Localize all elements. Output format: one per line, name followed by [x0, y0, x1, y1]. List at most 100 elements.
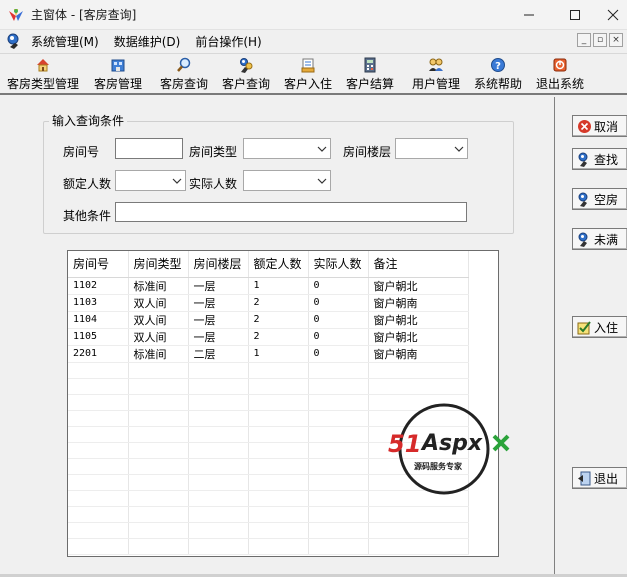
column-header[interactable]: 备注: [368, 251, 469, 278]
floor-select[interactable]: [395, 138, 468, 159]
menu-bar: 系统管理(M) 数据维护(D) 前台操作(H) _ ▫ ×: [0, 30, 627, 52]
query-group-title: 输入查询条件: [49, 112, 128, 129]
grid-header-row: 房间号 房间类型 房间楼层 额定人数 实际人数 备注: [68, 251, 469, 278]
toolbar-label: 客户结算: [346, 77, 395, 91]
exit-icon: [552, 57, 568, 73]
cell-floor: 二层: [188, 345, 249, 363]
capacity-select[interactable]: [115, 170, 186, 191]
room-type-label: 房间类型: [189, 145, 238, 159]
other-conditions-input[interactable]: [115, 202, 467, 222]
cell-room-no: 1102: [68, 277, 129, 295]
not-full-label: 未满: [594, 232, 619, 247]
cancel-button[interactable]: 取消: [572, 115, 627, 137]
toolbar-settlement-button[interactable]: 客户结算: [346, 57, 394, 93]
cell-room-no: 1103: [68, 294, 129, 312]
cell-remark: 窗户朝北: [368, 328, 469, 346]
table-row-empty: [68, 506, 469, 523]
checkbox-icon: [577, 320, 592, 335]
toolbar-label: 客户入住: [284, 77, 333, 91]
cell-capacity: 2: [248, 328, 309, 346]
menu-frontdesk[interactable]: 前台操作(H): [195, 33, 261, 50]
toolbar-room-type-button[interactable]: 客房类型管理: [7, 57, 79, 93]
calculator-icon: [362, 57, 378, 73]
column-header[interactable]: 额定人数: [248, 251, 309, 278]
column-header[interactable]: 房间楼层: [188, 251, 249, 278]
minimize-button[interactable]: [506, 0, 552, 30]
actual-select[interactable]: [243, 170, 331, 191]
chevron-down-icon: [172, 175, 182, 185]
vacant-label: 空房: [594, 192, 619, 207]
room-no-input[interactable]: [115, 138, 183, 159]
table-row[interactable]: 1104 双人间 一层 2 0 窗户朝北: [68, 311, 469, 329]
cell-room-no: 1104: [68, 311, 129, 329]
cell-room-no: 2201: [68, 345, 129, 363]
actual-label: 实际人数: [189, 177, 238, 191]
cell-room-type: 双人间: [128, 311, 189, 329]
exit-label: 退出: [594, 471, 619, 486]
cell-actual: 0: [308, 311, 369, 329]
toolbar-label: 客户查询: [222, 77, 271, 91]
table-row[interactable]: 1105 双人间 一层 2 0 窗户朝北: [68, 328, 469, 346]
mdi-minimize-button[interactable]: _: [577, 33, 591, 47]
title-bar: 主窗体 - [客房查询]: [0, 0, 627, 30]
toolbar-customer-query-button[interactable]: 客户查询: [222, 57, 270, 93]
menu-data[interactable]: 数据维护(D): [114, 33, 181, 50]
toolbar-checkin-button[interactable]: 客户入住: [284, 57, 332, 93]
table-row[interactable]: 1103 双人间 一层 2 0 窗户朝南: [68, 294, 469, 312]
cell-actual: 0: [308, 294, 369, 312]
toolbar-label: 系统帮助: [474, 77, 523, 91]
table-row-empty: [68, 522, 469, 539]
magnifier-icon: [176, 57, 192, 73]
toolbar-label: 退出系统: [536, 77, 585, 91]
toolbar-label: 用户管理: [412, 77, 461, 91]
not-full-icon: [577, 232, 592, 247]
search-button[interactable]: 查找: [572, 148, 627, 170]
checkin-icon: [300, 57, 316, 73]
toolbar-label: 客房管理: [94, 77, 143, 91]
cell-capacity: 1: [248, 345, 309, 363]
table-row[interactable]: 1102 标准间 一层 1 0 窗户朝北: [68, 277, 469, 295]
toolbar-room-manage-button[interactable]: 客房管理: [94, 57, 142, 93]
cell-remark: 窗户朝北: [368, 277, 469, 295]
not-full-button[interactable]: 未满: [572, 228, 627, 250]
toolbar-user-manage-button[interactable]: 用户管理: [412, 57, 460, 93]
checkin-label: 入住: [594, 320, 619, 335]
cell-actual: 0: [308, 277, 369, 295]
column-header[interactable]: 实际人数: [308, 251, 369, 278]
cell-floor: 一层: [188, 328, 249, 346]
cell-room-type: 双人间: [128, 328, 189, 346]
table-row-empty: [68, 362, 469, 379]
column-header[interactable]: 房间号: [68, 251, 129, 278]
vacant-button[interactable]: 空房: [572, 188, 627, 210]
chevron-down-icon: [317, 143, 327, 153]
mdi-controls: _ ▫ ×: [577, 33, 623, 47]
help-icon: ?: [490, 57, 506, 73]
floor-label: 房间楼层: [343, 145, 392, 159]
cell-room-type: 标准间: [128, 277, 189, 295]
mdi-child-icon[interactable]: [6, 32, 24, 50]
toolbar-help-button[interactable]: ? 系统帮助: [474, 57, 522, 93]
mdi-close-button[interactable]: ×: [609, 33, 623, 47]
svg-text:?: ?: [495, 61, 501, 72]
exit-button[interactable]: 退出: [572, 467, 627, 489]
table-row-empty: [68, 378, 469, 395]
toolbar-label: 客房类型管理: [7, 77, 80, 91]
watermark-tagline: 源码服务专家: [414, 462, 462, 471]
room-type-select[interactable]: [243, 138, 331, 159]
toolbar-exit-button[interactable]: 退出系统: [536, 57, 584, 93]
room-icon: [110, 57, 126, 73]
cell-remark: 窗户朝北: [368, 311, 469, 329]
table-row[interactable]: 2201 标准间 二层 1 0 窗户朝南: [68, 345, 469, 363]
close-button[interactable]: [598, 0, 627, 30]
maximize-button[interactable]: [552, 0, 598, 30]
cell-room-type: 标准间: [128, 345, 189, 363]
house-icon: [35, 57, 51, 73]
window-title: 主窗体 - [客房查询]: [31, 8, 137, 22]
checkin-button[interactable]: 入住: [572, 316, 627, 338]
capacity-label: 额定人数: [63, 177, 112, 191]
mdi-restore-button[interactable]: ▫: [593, 33, 607, 47]
column-header[interactable]: 房间类型: [128, 251, 189, 278]
menu-system[interactable]: 系统管理(M): [31, 33, 99, 50]
toolbar-room-query-button[interactable]: 客房查询: [160, 57, 208, 93]
cell-remark: 窗户朝南: [368, 294, 469, 312]
